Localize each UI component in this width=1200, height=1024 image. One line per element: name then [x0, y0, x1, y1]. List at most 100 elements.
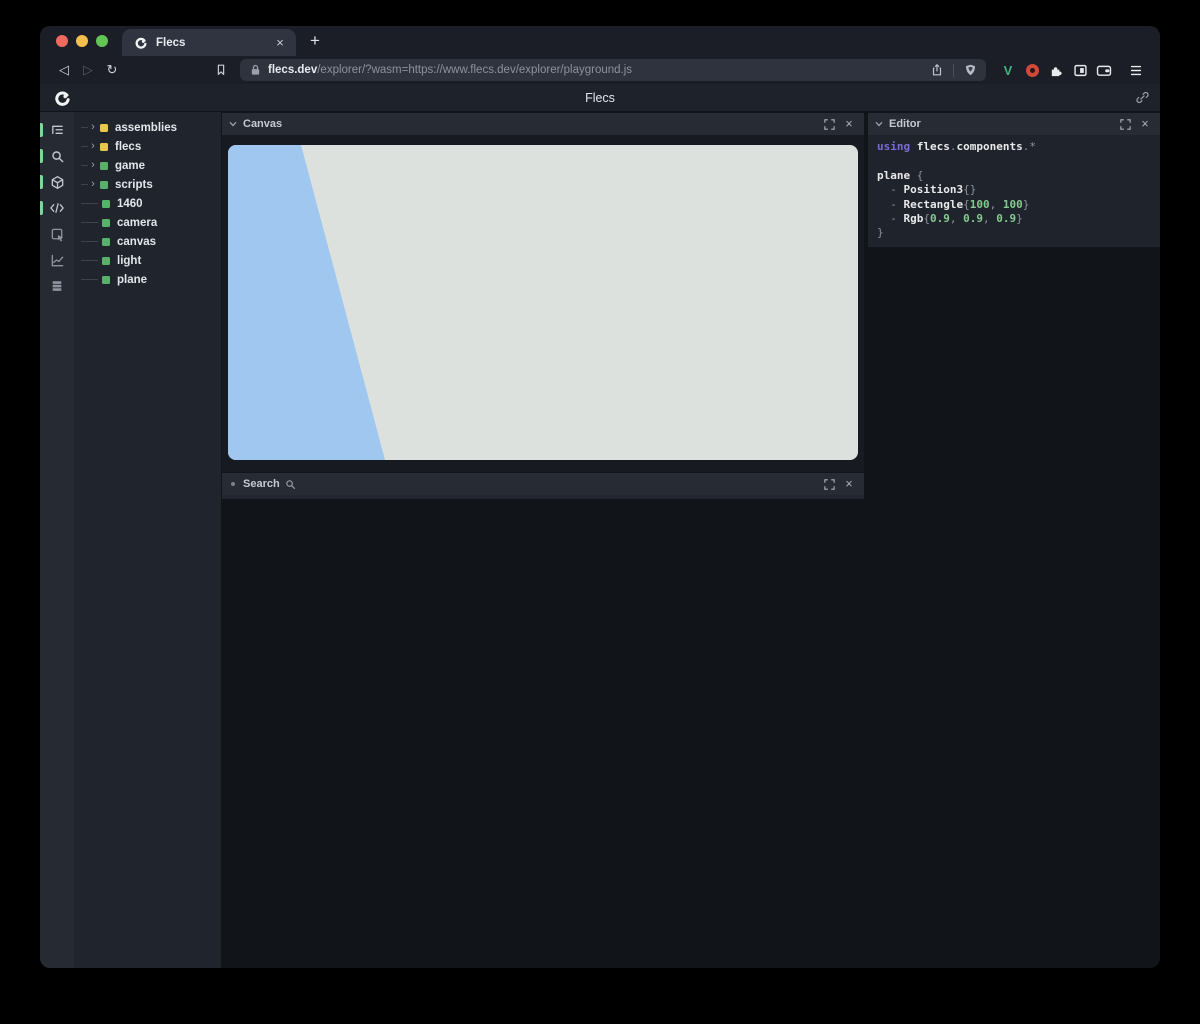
tree-guide-line [81, 127, 88, 128]
browser-tab-flecs[interactable]: Flecs × [122, 29, 296, 56]
expand-chevron-icon[interactable]: › [88, 178, 98, 190]
brave-shield-icon[interactable] [962, 62, 978, 78]
tree-item-label: assemblies [115, 122, 177, 134]
code-token: { [923, 212, 930, 225]
address-bar[interactable]: flecs.dev/explorer/?wasm=https://www.fle… [240, 59, 986, 81]
tree-item-scripts[interactable]: › scripts [74, 175, 221, 194]
code-token: - [877, 212, 904, 225]
back-button[interactable]: ◁ [52, 59, 76, 81]
code-editor[interactable]: using flecs.components.* plane { - Posit… [868, 135, 1160, 247]
window-close-button[interactable] [56, 35, 68, 47]
statistics-chart-icon[interactable] [40, 247, 74, 273]
share-icon[interactable] [929, 62, 945, 78]
forward-button[interactable]: ▷ [76, 59, 100, 81]
rendered-scene [228, 145, 858, 460]
code-line: using flecs.components.* [877, 140, 1160, 154]
entity-color-swatch [100, 162, 108, 170]
tree-item-canvas[interactable]: canvas [74, 232, 221, 251]
code-token: 0.9 [963, 212, 983, 225]
search-panel-strip [222, 495, 864, 499]
code-line: } [877, 226, 1160, 240]
browser-toolbar: ◁ ▷ ↻ flecs.dev/explorer/?wasm=https://w… [40, 56, 1160, 84]
code-token: 100 [1003, 198, 1023, 211]
desktop-background: Flecs × + ◁ ▷ ↻ flecs.dev/explorer/?wasm… [0, 0, 1200, 1024]
tree-item-light[interactable]: light [74, 251, 221, 270]
share-link-icon[interactable] [1135, 90, 1150, 105]
bookmark-icon[interactable] [210, 63, 232, 77]
fullscreen-icon[interactable] [821, 116, 837, 132]
close-icon[interactable]: × [841, 476, 857, 492]
tree-item-game[interactable]: ›game [74, 156, 221, 175]
queries-list-icon[interactable] [40, 273, 74, 299]
entity-tree-icon[interactable] [40, 117, 74, 143]
window-controls [40, 35, 122, 56]
tree-guide-line [81, 203, 98, 204]
tree-guide-line [81, 260, 98, 261]
editor-panel: Editor × using flecs.components.* plane … [868, 113, 1160, 247]
code-editor-icon[interactable] [40, 195, 74, 221]
tab-close-icon[interactable]: × [272, 35, 288, 50]
menu-hamburger-icon[interactable] [1124, 59, 1148, 81]
new-tab-button[interactable]: + [296, 31, 320, 56]
url-path: /explorer/?wasm=https://www.flecs.dev/ex… [317, 64, 632, 76]
urlbar-divider [953, 64, 954, 77]
tree-item-camera[interactable]: camera [74, 213, 221, 232]
tree-item-plane[interactable]: plane [74, 270, 221, 289]
code-token: plane [877, 169, 917, 182]
expand-chevron-icon[interactable]: › [88, 159, 98, 171]
tree-item-label: scripts [115, 179, 153, 191]
extensions-puzzle-icon[interactable] [1044, 59, 1068, 81]
code-token: - [877, 198, 904, 211]
flecs-favicon [134, 36, 148, 50]
window-minimize-button[interactable] [76, 35, 88, 47]
code-token: . [950, 140, 957, 153]
code-token: { [963, 198, 970, 211]
editor-panel-header[interactable]: Editor × [868, 113, 1160, 135]
tree-item-1460[interactable]: 1460 [74, 194, 221, 213]
reload-button[interactable]: ↻ [100, 59, 124, 81]
tree-item-label: 1460 [117, 198, 143, 210]
code-token: , [990, 198, 1003, 211]
code-token: - [877, 183, 904, 196]
editor-panel-title: Editor [889, 118, 921, 130]
browser-window: Flecs × + ◁ ▷ ↻ flecs.dev/explorer/?wasm… [40, 26, 1160, 968]
fullscreen-icon[interactable] [821, 476, 837, 492]
explorer-content: ›assemblies›flecs›game›scripts1460camera… [40, 112, 1160, 968]
tree-item-assemblies[interactable]: › assemblies [74, 118, 221, 137]
canvas-viewport[interactable] [222, 135, 864, 472]
tree-guide-line [81, 279, 98, 280]
code-token: {} [963, 183, 976, 196]
close-icon[interactable]: × [1137, 116, 1153, 132]
search-panel-header[interactable]: Search × [222, 473, 864, 495]
entity-color-swatch [102, 276, 110, 284]
extension-badge-icon[interactable] [1020, 59, 1044, 81]
code-line: plane { [877, 169, 1160, 183]
expand-chevron-icon[interactable]: › [88, 140, 98, 152]
vue-devtools-icon[interactable]: V [996, 59, 1020, 81]
search-magnifier-icon [285, 479, 296, 490]
chevron-down-icon [875, 121, 883, 127]
search-icon[interactable] [40, 143, 74, 169]
app-title: Flecs [40, 84, 1160, 112]
code-line: - Rgb{0.9, 0.9, 0.9} [877, 212, 1160, 226]
fullscreen-icon[interactable] [1117, 116, 1133, 132]
code-line: - Position3{} [877, 183, 1160, 197]
close-icon[interactable]: × [841, 116, 857, 132]
inspector-icon[interactable] [40, 221, 74, 247]
wallet-icon[interactable] [1092, 59, 1116, 81]
entity-color-swatch [102, 238, 110, 246]
sidebar-toggle-icon[interactable] [1068, 59, 1092, 81]
tree-guide-line [81, 184, 88, 185]
scene-cube-icon[interactable] [40, 169, 74, 195]
tree-guide-line [81, 222, 98, 223]
chevron-down-icon [229, 121, 237, 127]
tree-item-label: light [117, 255, 141, 267]
canvas-panel-title: Canvas [243, 118, 282, 130]
entity-tree-panel: ›assemblies›flecs›game›scripts1460camera… [74, 112, 221, 968]
tree-item-flecs[interactable]: ›flecs [74, 137, 221, 156]
window-zoom-button[interactable] [96, 35, 108, 47]
tree-item-label: camera [117, 217, 157, 229]
canvas-panel-header[interactable]: Canvas × [222, 113, 864, 135]
code-token: } [1023, 198, 1030, 211]
expand-chevron-icon[interactable]: › [88, 121, 98, 133]
